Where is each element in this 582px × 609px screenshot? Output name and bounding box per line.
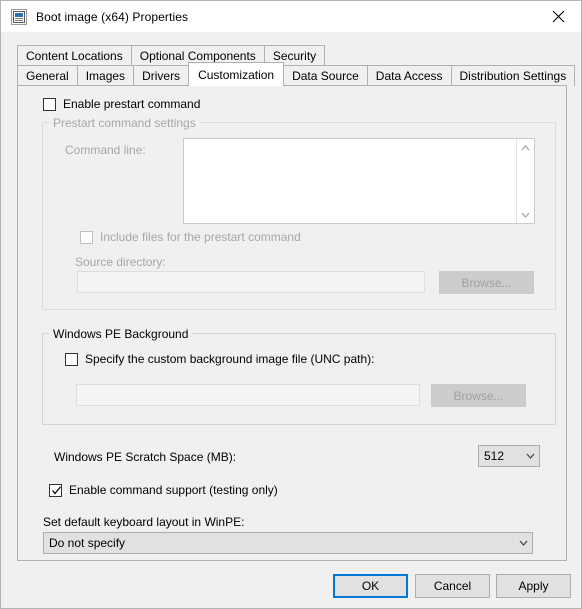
title-bar: Boot image (x64) Properties	[1, 1, 581, 32]
cancel-button[interactable]: Cancel	[415, 574, 490, 598]
ok-button[interactable]: OK	[333, 574, 408, 598]
tab-drivers[interactable]: Drivers	[133, 65, 190, 86]
apply-button[interactable]: Apply	[496, 574, 571, 598]
tab-label: Drivers	[142, 69, 181, 83]
source-directory-browse-button[interactable]: Browse...	[439, 271, 534, 294]
tab-row-lower: General Images Drivers Customization Dat…	[17, 62, 576, 86]
scratch-space-combobox[interactable]: 512	[478, 445, 540, 467]
checkbox-box	[49, 483, 62, 497]
tab-data-source[interactable]: Data Source	[283, 65, 368, 86]
footer-divider	[1, 567, 581, 568]
scratch-space-label: Windows PE Scratch Space (MB):	[54, 450, 237, 464]
customization-tab-panel: Enable prestart command Prestart command…	[17, 85, 567, 561]
checkbox-box	[65, 352, 78, 366]
source-directory-label: Source directory:	[75, 255, 166, 269]
command-line-label: Command line:	[65, 143, 146, 157]
enable-prestart-command-checkbox[interactable]: Enable prestart command	[43, 97, 200, 111]
include-files-prestart-label: Include files for the prestart command	[100, 230, 301, 244]
tab-label: Customization	[198, 67, 275, 82]
tab-label: Content Locations	[26, 49, 123, 63]
boot-image-properties-dialog: Boot image (x64) Properties Content Loca…	[0, 0, 582, 609]
chevron-down-icon	[522, 453, 539, 459]
windows-pe-background-title: Windows PE Background	[49, 327, 193, 341]
keyboard-layout-combobox[interactable]: Do not specify	[43, 532, 533, 554]
background-image-path-input[interactable]	[76, 384, 420, 406]
source-directory-input[interactable]	[77, 271, 425, 293]
checkbox-box	[80, 230, 93, 244]
tab-label: Data Access	[375, 69, 443, 83]
apply-label: Apply	[518, 579, 549, 593]
tab-label: Optional Components	[139, 49, 256, 63]
scroll-down-icon[interactable]	[517, 206, 534, 223]
specify-custom-background-label: Specify the custom background image file…	[85, 352, 375, 366]
prestart-command-settings-group: Prestart command settings Command line:	[42, 116, 556, 310]
browse-label: Browse...	[453, 388, 504, 403]
tab-label: Images	[85, 69, 126, 83]
cancel-label: Cancel	[433, 579, 472, 593]
tab-customization[interactable]: Customization	[188, 62, 285, 86]
close-icon[interactable]	[535, 1, 581, 31]
tab-label: General	[26, 69, 69, 83]
browse-label: Browse...	[461, 275, 512, 290]
tab-content-locations[interactable]: Content Locations	[17, 45, 132, 66]
checkbox-box	[43, 97, 56, 111]
window-title: Boot image (x64) Properties	[36, 9, 189, 24]
enable-prestart-command-label: Enable prestart command	[63, 97, 201, 111]
ok-label: OK	[361, 579, 380, 593]
tab-general[interactable]: General	[17, 65, 78, 86]
chevron-down-icon	[515, 540, 532, 546]
check-icon	[52, 485, 61, 494]
tab-label: Data Source	[292, 69, 359, 83]
include-files-prestart-checkbox[interactable]: Include files for the prestart command	[80, 230, 301, 244]
tab-distribution-settings[interactable]: Distribution Settings	[450, 65, 576, 86]
boot-image-icon	[11, 8, 27, 25]
scratch-space-value: 512	[484, 449, 505, 463]
command-line-scrollbar[interactable]	[516, 139, 534, 223]
tab-label: Distribution Settings	[459, 69, 567, 83]
command-line-text	[184, 139, 516, 223]
enable-command-support-checkbox[interactable]: Enable command support (testing only)	[49, 483, 278, 497]
command-line-textarea[interactable]	[183, 138, 535, 224]
keyboard-layout-value: Do not specify	[49, 536, 126, 550]
background-image-browse-button[interactable]: Browse...	[431, 384, 526, 407]
tab-label: Security	[272, 49, 317, 63]
windows-pe-background-group: Windows PE Background Specify the custom…	[42, 327, 556, 425]
keyboard-layout-label: Set default keyboard layout in WinPE:	[43, 515, 245, 529]
prestart-group-title: Prestart command settings	[49, 116, 200, 130]
tab-images[interactable]: Images	[76, 65, 135, 86]
enable-command-support-label: Enable command support (testing only)	[69, 483, 278, 497]
tab-strip: Content Locations Optional Components Se…	[17, 45, 576, 86]
specify-custom-background-checkbox[interactable]: Specify the custom background image file…	[65, 352, 374, 366]
scroll-up-icon[interactable]	[517, 139, 534, 156]
tab-data-access[interactable]: Data Access	[366, 65, 452, 86]
